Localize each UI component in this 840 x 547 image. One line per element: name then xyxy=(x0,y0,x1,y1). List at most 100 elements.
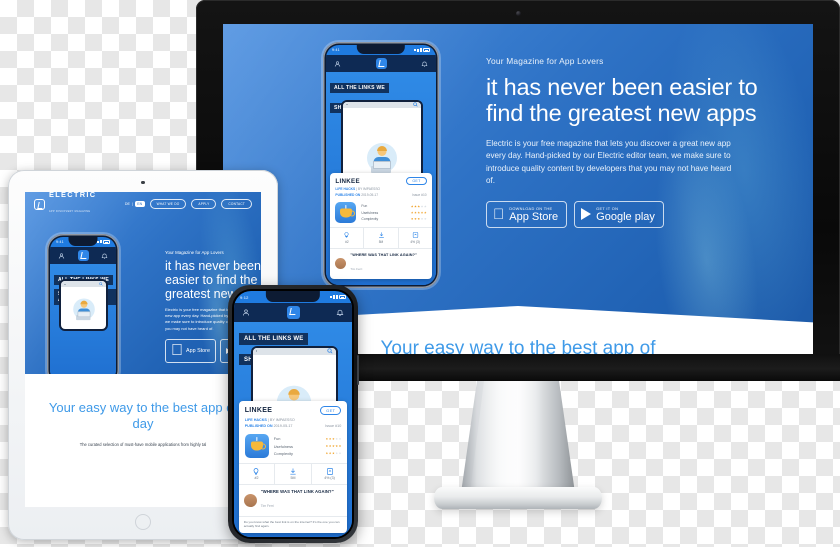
published-date: 2019-05-17 xyxy=(361,192,379,197)
rating-stars xyxy=(325,451,342,455)
tablet-screen: ELECTRIC APP DISCOVERY MAGAZINE DE | EN W… xyxy=(25,192,261,507)
site-navbar: ELECTRIC APP DISCOVERY MAGAZINE DE | EN W… xyxy=(25,192,261,216)
issue-number: Issue #10 xyxy=(412,192,427,197)
bell-icon[interactable] xyxy=(421,60,428,68)
user-icon[interactable] xyxy=(334,60,341,68)
phone-notch xyxy=(356,45,406,54)
monitor-stand-neck-highlight xyxy=(470,381,566,493)
inner-browser-bar xyxy=(61,281,107,288)
stat-item[interactable]: 4% (3) xyxy=(399,228,432,248)
monitor-stand-neck xyxy=(461,381,575,493)
nav-item-apply[interactable]: APPLY xyxy=(191,199,217,209)
app-top-bar xyxy=(50,247,116,264)
tablet-lower-section: Your easy way to the best app of day The… xyxy=(25,374,261,507)
card-quote: "WHERE WAS THAT LINK AGAIN?" Tim Ferri xyxy=(238,483,348,516)
phone-screen: 9:41 xyxy=(50,237,116,374)
stat-value: 5M xyxy=(290,476,296,481)
electric-logo-icon xyxy=(34,198,45,210)
lang-de[interactable]: DE xyxy=(125,202,130,206)
quote-text-block: "WHERE WAS THAT LINK AGAIN?" Tim Ferri xyxy=(261,489,334,512)
rating-stars xyxy=(325,444,342,448)
stat-item[interactable]: 5M xyxy=(364,228,399,248)
stat-item[interactable]: #2 xyxy=(239,464,276,484)
rating-stars xyxy=(410,211,427,214)
stat-item[interactable]: 4% (3) xyxy=(312,464,348,484)
download-icon xyxy=(364,231,397,239)
rating-label: Complexity xyxy=(361,216,379,221)
stat-item[interactable]: #2 xyxy=(330,228,365,248)
person-illustration xyxy=(67,298,100,322)
search-icon[interactable] xyxy=(413,102,418,107)
lang-en[interactable]: EN xyxy=(134,201,145,207)
rating-label: Fun xyxy=(273,436,281,442)
phone-outline: 9:41 xyxy=(47,234,119,374)
wifi-icon xyxy=(420,48,422,52)
avatar xyxy=(335,258,347,270)
stat-value: 5M xyxy=(378,240,384,245)
battery-icon xyxy=(339,295,346,299)
language-switcher[interactable]: DE | EN xyxy=(125,201,145,207)
app-name: LINKEE xyxy=(335,177,360,185)
brand-logo[interactable]: ELECTRIC APP DISCOVERY MAGAZINE xyxy=(34,192,96,217)
app-store-button[interactable]:  Download on the App Store xyxy=(486,200,568,228)
signal-icon xyxy=(417,48,419,52)
browser-dot xyxy=(255,350,258,352)
app-content: ALL THE LINKS WE SHARE AND CARE ABOUT xyxy=(50,264,116,374)
app-icon-small xyxy=(312,467,348,475)
rating-row: Fun xyxy=(274,436,342,441)
electric-logo-icon xyxy=(77,250,89,261)
user-icon[interactable] xyxy=(58,252,65,260)
status-time: 9:12 xyxy=(240,294,249,300)
get-button[interactable]: GET xyxy=(406,176,427,186)
bell-icon[interactable] xyxy=(336,308,344,317)
published-label: PUBLISHED ON xyxy=(244,424,273,429)
status-indicators xyxy=(414,48,430,52)
nav-item-what-we-do[interactable]: WHAT WE DO xyxy=(149,199,187,209)
phone-side-button[interactable] xyxy=(357,355,359,385)
store-badges:  Download on the App Store GET IT ON Go… xyxy=(486,200,786,228)
get-button[interactable]: GET xyxy=(320,405,342,416)
home-button-icon[interactable] xyxy=(135,514,151,530)
download-icon xyxy=(275,467,311,475)
brand-name: ELECTRIC xyxy=(49,192,97,199)
nav-right: DE | EN WHAT WE DO APPLY CONTACT xyxy=(125,199,252,209)
battery-icon xyxy=(103,240,110,244)
card-stats: #2 5M 4% (3) xyxy=(330,227,432,248)
google-play-button[interactable]: GET IT ON Google play xyxy=(574,200,664,228)
wifi-icon xyxy=(336,294,338,300)
inner-browser-bar xyxy=(343,101,421,108)
status-indicators xyxy=(97,240,110,244)
stat-value: 4% (3) xyxy=(410,240,420,245)
phone-screen: 9:12 ALL THE LINKS WE LINKEE GET LIFE HA… xyxy=(234,291,352,537)
apple-icon:  xyxy=(171,342,183,360)
search-icon[interactable] xyxy=(99,282,103,287)
avatar xyxy=(243,493,257,507)
user-icon[interactable] xyxy=(242,308,250,317)
app-category[interactable]: LIFE HACKS xyxy=(335,187,355,191)
coffee-cup-icon xyxy=(250,441,267,451)
search-icon[interactable] xyxy=(327,348,333,354)
hero-description: Electric is your free magazine that lets… xyxy=(486,139,732,186)
rating-row: Complexity xyxy=(361,216,427,221)
quote-author: Tim Ferri xyxy=(260,503,274,508)
signal-icon xyxy=(97,240,99,243)
signal-icon xyxy=(414,49,416,51)
app-top-bar xyxy=(326,55,436,72)
rating-stars xyxy=(410,217,427,221)
coffee-cup-icon xyxy=(339,208,356,218)
card-meta: LIFE HACKS | BY IMPAESSO PUBLISHED ON 20… xyxy=(330,187,431,198)
section-subtitle: The curated selection of must-have mobil… xyxy=(79,442,207,447)
stat-item[interactable]: 5M xyxy=(275,464,312,484)
app-category[interactable]: LIFE HACKS xyxy=(245,418,267,422)
app-name: LINKEE xyxy=(244,406,273,414)
app-detail-card: LINKEE GET LIFE HACKS | BY IMPAESSO PUBL… xyxy=(238,400,348,533)
nav-item-contact[interactable]: CONTACT xyxy=(221,199,252,209)
bell-icon[interactable] xyxy=(101,252,108,260)
card-meta: LIFE HACKS | BY IMPAESSO PUBLISHED ON 20… xyxy=(239,417,348,429)
status-time: 9:41 xyxy=(332,48,340,52)
phone-screen: 9:41 xyxy=(326,45,436,285)
quote-text: "WHERE WAS THAT LINK AGAIN?" xyxy=(350,252,417,257)
app-store-button[interactable]:  App Store xyxy=(165,338,216,363)
google-play-icon xyxy=(581,208,592,221)
card-ratings: Fun Usefulness Complexity xyxy=(239,429,348,463)
